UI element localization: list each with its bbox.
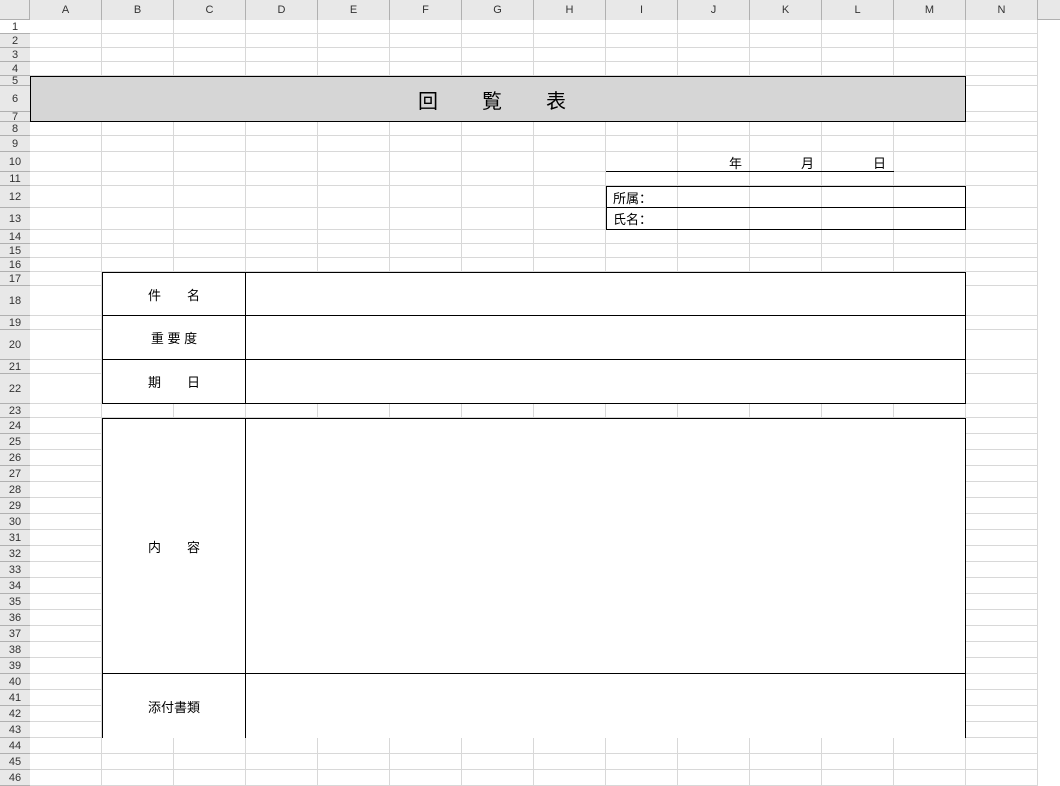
row-header-29[interactable]: 29 [0, 498, 30, 514]
row-header-8[interactable]: 8 [0, 122, 30, 136]
name-row[interactable]: 氏名： [606, 208, 966, 230]
row-header-41[interactable]: 41 [0, 690, 30, 706]
row-header-12[interactable]: 12 [0, 186, 30, 208]
row-header-35[interactable]: 35 [0, 594, 30, 610]
row-header-38[interactable]: 38 [0, 642, 30, 658]
column-header-A[interactable]: A [30, 0, 102, 20]
row-header-36[interactable]: 36 [0, 610, 30, 626]
row-header-31[interactable]: 31 [0, 530, 30, 546]
importance-field[interactable] [246, 316, 966, 360]
column-header-E[interactable]: E [318, 0, 390, 20]
importance-label: 重 要 度 [102, 316, 246, 360]
row-header-3[interactable]: 3 [0, 48, 30, 62]
row-header-22[interactable]: 22 [0, 374, 30, 404]
row-header-40[interactable]: 40 [0, 674, 30, 690]
row-header-34[interactable]: 34 [0, 578, 30, 594]
row-header-33[interactable]: 33 [0, 562, 30, 578]
row-header-44[interactable]: 44 [0, 738, 30, 754]
row-header-46[interactable]: 46 [0, 770, 30, 786]
column-header-K[interactable]: K [750, 0, 822, 20]
column-header-row: ABCDEFGHIJKLMN [0, 0, 1060, 20]
row-header-25[interactable]: 25 [0, 434, 30, 450]
column-header-M[interactable]: M [894, 0, 966, 20]
date-day-label: 日 [822, 152, 894, 172]
affiliation-label: 所属： [607, 188, 652, 207]
column-header-J[interactable]: J [678, 0, 750, 20]
cell-grid[interactable]: 回 覧 表 年 月 日 所属： 氏名： 件 名 [30, 20, 1060, 786]
row-header-37[interactable]: 37 [0, 626, 30, 642]
row-header-30[interactable]: 30 [0, 514, 30, 530]
date-month-label: 月 [750, 152, 822, 172]
select-all-corner[interactable] [0, 0, 30, 20]
column-header-G[interactable]: G [462, 0, 534, 20]
row-header-2[interactable]: 2 [0, 34, 30, 48]
affiliation-row[interactable]: 所属： [606, 186, 966, 208]
column-header-I[interactable]: I [606, 0, 678, 20]
row-header-6[interactable]: 6 [0, 86, 30, 112]
row-header-26[interactable]: 26 [0, 450, 30, 466]
row-header-16[interactable]: 16 [0, 258, 30, 272]
row-header-24[interactable]: 24 [0, 418, 30, 434]
attachments-label: 添付書類 [102, 674, 246, 738]
date-year-label: 年 [678, 152, 750, 172]
row-header-7[interactable]: 7 [0, 112, 30, 122]
due-date-label: 期 日 [102, 360, 246, 404]
spreadsheet: ABCDEFGHIJKLMN 1234567891011121314151617… [0, 0, 1060, 737]
column-header-D[interactable]: D [246, 0, 318, 20]
row-header-1[interactable]: 1 [0, 20, 30, 34]
row-header-14[interactable]: 14 [0, 230, 30, 244]
row-header-43[interactable]: 43 [0, 722, 30, 738]
row-header-13[interactable]: 13 [0, 208, 30, 230]
row-header-28[interactable]: 28 [0, 482, 30, 498]
row-header-11[interactable]: 11 [0, 172, 30, 186]
column-header-F[interactable]: F [390, 0, 462, 20]
column-header-H[interactable]: H [534, 0, 606, 20]
row-header-45[interactable]: 45 [0, 754, 30, 770]
column-header-B[interactable]: B [102, 0, 174, 20]
row-header-39[interactable]: 39 [0, 658, 30, 674]
row-header-10[interactable]: 10 [0, 152, 30, 172]
row-header-column: 1234567891011121314151617181920212223242… [0, 20, 30, 786]
attachments-field[interactable] [246, 674, 966, 738]
content-field[interactable] [246, 418, 966, 674]
row-header-23[interactable]: 23 [0, 404, 30, 418]
row-header-42[interactable]: 42 [0, 706, 30, 722]
column-header-N[interactable]: N [966, 0, 1038, 20]
subject-label: 件 名 [102, 272, 246, 316]
row-header-32[interactable]: 32 [0, 546, 30, 562]
row-header-9[interactable]: 9 [0, 136, 30, 152]
row-header-20[interactable]: 20 [0, 330, 30, 360]
content-label: 内 容 [102, 418, 246, 674]
row-header-27[interactable]: 27 [0, 466, 30, 482]
row-header-21[interactable]: 21 [0, 360, 30, 374]
column-header-C[interactable]: C [174, 0, 246, 20]
row-header-17[interactable]: 17 [0, 272, 30, 286]
form-title: 回 覧 表 [30, 76, 966, 122]
row-header-5[interactable]: 5 [0, 76, 30, 86]
due-date-field[interactable] [246, 360, 966, 404]
row-header-19[interactable]: 19 [0, 316, 30, 330]
name-label: 氏名： [607, 209, 652, 228]
row-header-18[interactable]: 18 [0, 286, 30, 316]
row-header-15[interactable]: 15 [0, 244, 30, 258]
column-header-L[interactable]: L [822, 0, 894, 20]
subject-field[interactable] [246, 272, 966, 316]
